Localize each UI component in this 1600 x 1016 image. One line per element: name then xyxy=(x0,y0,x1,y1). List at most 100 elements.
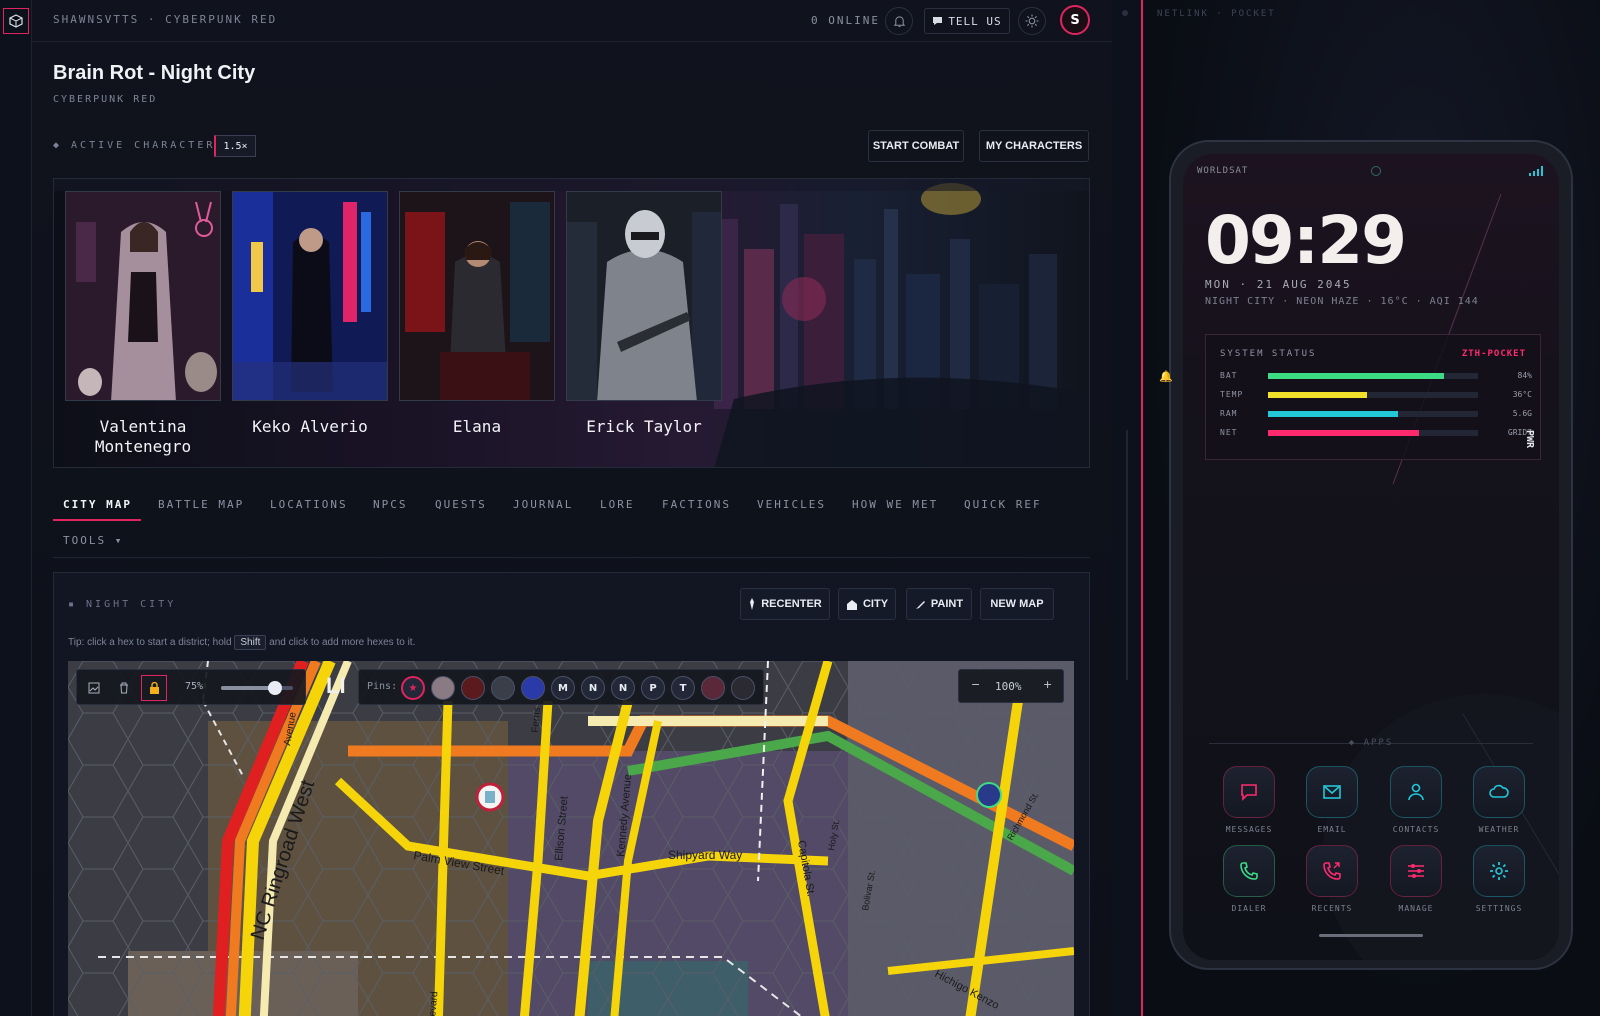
character-portrait xyxy=(567,192,721,400)
zoom-in-button[interactable]: + xyxy=(1043,678,1052,691)
speech-bubble-icon xyxy=(933,17,943,25)
pin-m[interactable]: M xyxy=(551,676,575,700)
tab-journal[interactable]: JOURNAL xyxy=(513,498,573,511)
city-button[interactable]: CITY xyxy=(838,588,896,620)
home-indicator[interactable] xyxy=(1319,934,1423,937)
sun-icon xyxy=(1025,14,1039,28)
character-name: Erick Taylor xyxy=(586,417,702,436)
tab-city-map[interactable]: CITY MAP xyxy=(63,498,132,511)
metric-label: BAT xyxy=(1220,371,1238,380)
character-portrait xyxy=(66,192,220,400)
pin-n-2[interactable]: N xyxy=(611,676,635,700)
pin-p[interactable]: P xyxy=(641,676,665,700)
character-card-elana[interactable] xyxy=(399,191,555,401)
tab-quests[interactable]: QUESTS xyxy=(435,498,487,511)
app-email[interactable] xyxy=(1306,766,1358,818)
apps-label: ◆ APPS xyxy=(1348,738,1394,748)
metric-label: RAM xyxy=(1220,409,1238,418)
phone-icon xyxy=(1240,862,1258,880)
breadcrumb[interactable]: SHAWNSVTTS · CYBERPUNK RED xyxy=(53,13,277,26)
opacity-slider[interactable] xyxy=(221,681,293,695)
tell-us-button[interactable]: TELL US xyxy=(924,8,1010,34)
character-card-valentina[interactable] xyxy=(65,191,221,401)
opacity-value: 75% xyxy=(185,681,204,692)
tip-text-end: and click to add more hexes to it. xyxy=(269,637,416,648)
app-recents[interactable] xyxy=(1306,845,1358,897)
pins-bar: Pins: ★ M N N P T xyxy=(358,669,764,705)
tab-vehicles[interactable]: VEHICLES xyxy=(757,498,826,511)
app-label: MESSAGES xyxy=(1225,825,1273,834)
phone-recent-icon xyxy=(1323,862,1341,880)
app-manage[interactable] xyxy=(1390,845,1442,897)
zoom-out-button[interactable]: − xyxy=(971,678,980,691)
pin-npc-1[interactable] xyxy=(701,676,725,700)
bell-icon xyxy=(893,15,905,27)
mail-icon xyxy=(1323,785,1341,799)
pin-elana[interactable] xyxy=(461,676,485,700)
pin-n[interactable]: N xyxy=(581,676,605,700)
metric-value: 5.6G xyxy=(1512,409,1532,418)
paint-button[interactable]: PAINT xyxy=(906,588,972,620)
phone-panel: NETLINK · POCKET WORLDSAT 09:29 MON · 21… xyxy=(1143,0,1600,1016)
new-map-button[interactable]: NEW MAP xyxy=(980,588,1054,620)
tab-tools[interactable]: TOOLS ▾ xyxy=(63,534,123,547)
character-name: Elana xyxy=(452,417,502,436)
pin-valentina[interactable] xyxy=(431,676,455,700)
status-dot xyxy=(1122,10,1128,16)
pin-t[interactable]: T xyxy=(671,676,695,700)
pin-star-icon[interactable]: ★ xyxy=(401,676,425,700)
netlink-header: NETLINK · POCKET xyxy=(1157,9,1276,19)
app-contacts[interactable] xyxy=(1390,766,1442,818)
app-dialer[interactable] xyxy=(1223,845,1275,897)
app-label: CONTACTS xyxy=(1392,825,1440,834)
gear-icon xyxy=(1490,862,1508,880)
tab-factions[interactable]: FACTIONS xyxy=(662,498,731,511)
pin-keko[interactable] xyxy=(521,676,545,700)
device-brand: ZTH-POCKET xyxy=(1461,349,1526,359)
alert-bell-icon[interactable]: 🔔 xyxy=(1159,370,1173,383)
active-characters-label: ◆ ACTIVE CHARACTERS xyxy=(53,140,225,151)
image-icon[interactable] xyxy=(85,679,103,697)
app-settings[interactable] xyxy=(1473,845,1525,897)
city-map-panel: ▪ NIGHT CITY RECENTER CITY PAINT NEW MAP… xyxy=(53,572,1090,1016)
tab-how-we-met[interactable]: HOW WE MET xyxy=(852,498,938,511)
app-messages[interactable] xyxy=(1223,766,1275,818)
recenter-button[interactable]: RECENTER xyxy=(740,588,830,620)
notifications-button[interactable] xyxy=(885,7,913,35)
tab-quick-ref[interactable]: QUICK REF xyxy=(964,498,1042,511)
tab-locations[interactable]: LOCATIONS xyxy=(270,498,348,511)
camera-icon xyxy=(1371,166,1381,176)
sliders-icon xyxy=(1408,864,1424,878)
tab-npcs[interactable]: NPCS xyxy=(373,498,408,511)
character-card-erick[interactable] xyxy=(566,191,722,401)
pin-erick[interactable] xyxy=(491,676,515,700)
city-map-image: NC Ringroad West Palm View Street Shipya… xyxy=(68,661,1074,1016)
lock-toggle-button[interactable] xyxy=(141,675,167,701)
map-tip: Tip: click a hex to start a district; ho… xyxy=(68,635,415,650)
user-avatar[interactable]: S xyxy=(1060,5,1090,35)
paint-label: PAINT xyxy=(930,598,964,610)
left-rail xyxy=(0,0,32,1016)
app-weather[interactable] xyxy=(1473,766,1525,818)
power-label[interactable]: PWR xyxy=(1524,430,1535,448)
card-scale-chip[interactable]: 1.5× xyxy=(214,135,256,157)
tab-lore[interactable]: LORE xyxy=(600,498,635,511)
page-title: Brain Rot - Night City xyxy=(53,62,256,84)
signal-icon xyxy=(1529,166,1543,176)
opacity-slider-handle[interactable] xyxy=(268,681,282,695)
tell-us-label: TELL US xyxy=(948,14,1002,28)
phone-device: WORLDSAT 09:29 MON · 21 AUG 2045 NIGHT C… xyxy=(1169,140,1573,970)
my-characters-button[interactable]: MY CHARACTERS xyxy=(979,130,1089,162)
pin-npc-2[interactable] xyxy=(731,676,755,700)
character-card-keko[interactable] xyxy=(232,191,388,401)
city-map-canvas[interactable]: NC Ringroad West Palm View Street Shipya… xyxy=(68,661,1074,1016)
app-logo-icon[interactable] xyxy=(3,8,29,34)
theme-toggle-button[interactable] xyxy=(1018,7,1046,35)
person-icon xyxy=(1408,783,1424,801)
start-combat-button[interactable]: START COMBAT xyxy=(868,130,964,162)
zoom-level: 100% xyxy=(995,680,1022,693)
cloud-icon xyxy=(1489,784,1509,798)
trash-icon[interactable] xyxy=(115,679,133,697)
app-label: SETTINGS xyxy=(1475,904,1523,913)
tab-battle-map[interactable]: BATTLE MAP xyxy=(158,498,244,511)
